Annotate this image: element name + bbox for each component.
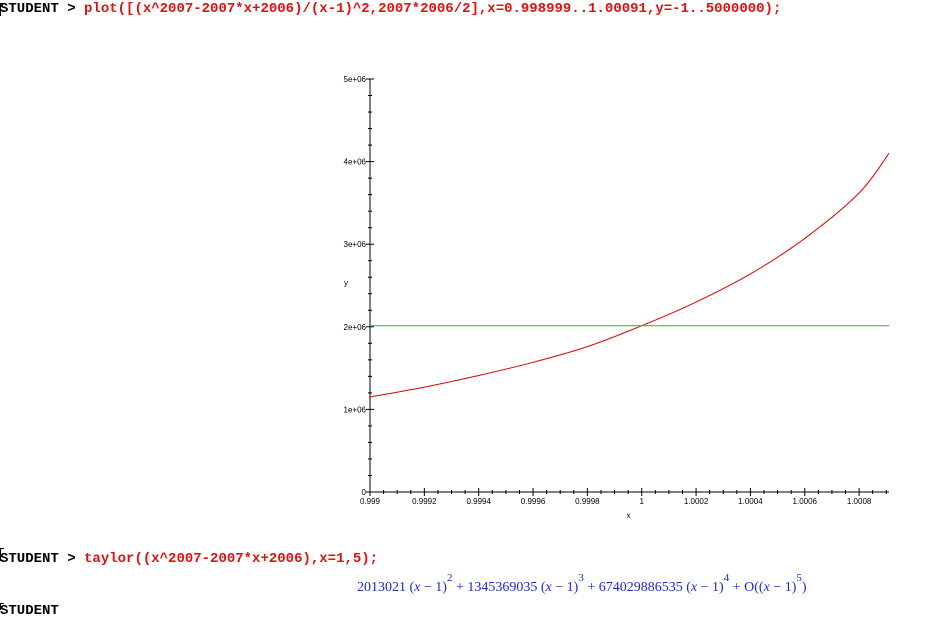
y-tick-label: 4e+06 (344, 158, 367, 167)
constant-one: 1 (435, 580, 443, 595)
x-tick-label: 1.0008 (847, 497, 872, 506)
y-axis-label: y (344, 279, 348, 288)
minus-sign: − (773, 580, 782, 595)
plus-sign: + (732, 580, 741, 595)
taylor-output: 2013021 (x − 1)2 + 1345369035 (x − 1)3 +… (357, 572, 807, 596)
x-tick-label: 0.999 (360, 497, 381, 506)
constant-one: 1 (784, 580, 792, 595)
variable: x (414, 580, 421, 595)
y-tick-label: 2e+06 (344, 323, 367, 332)
plot-curves (369, 153, 890, 398)
x-tick-label: 0.9992 (412, 497, 437, 506)
x-tick-label: 1.0002 (684, 497, 709, 506)
x-tick-label: 0.9998 (575, 497, 600, 506)
plus-sign: + (455, 580, 464, 595)
x-tick-label: 1 (640, 497, 645, 506)
term1-coefficient: 2013021 (357, 580, 406, 595)
x-tick-label: 1.0006 (793, 497, 818, 506)
minus-sign: − (423, 580, 432, 595)
minus-sign: − (700, 580, 709, 595)
y-tick-label: 0 (362, 488, 367, 497)
prompt-label: STUDENT (0, 551, 59, 567)
series-0-line (369, 153, 890, 398)
term3-coefficient: 674029886535 (598, 580, 683, 595)
y-tick-label: 3e+06 (344, 240, 367, 249)
next-prompt-partial[interactable]: STUDENT (0, 603, 59, 619)
plus-sign: + (587, 580, 596, 595)
big-o: O (744, 580, 755, 595)
input-line-2[interactable]: STUDENT > taylor((x^2007-2007*x+2006),x=… (0, 551, 378, 567)
prompt-label: STUDENT (0, 603, 59, 619)
constant-one: 1 (566, 580, 574, 595)
variable: x (763, 580, 770, 595)
order-exponent: 5 (796, 572, 802, 584)
x-tick-label: 0.9996 (521, 497, 546, 506)
y-tick-label: 5e+06 (344, 75, 367, 84)
plot-axes: 0 1e+06 2e+06 3e+06 4e+06 5e+06 0.999 0.9992 0.9… (344, 75, 889, 520)
term2-coefficient: 1345369035 (467, 580, 538, 595)
prompt-symbol: > (67, 551, 76, 567)
minus-sign: − (555, 580, 564, 595)
term2-exponent: 3 (578, 572, 584, 584)
x-tick-label: 1.0004 (738, 497, 763, 506)
x-axis-label: x (627, 511, 631, 520)
y-tick-label: 1e+06 (344, 405, 367, 414)
variable: x (690, 580, 698, 595)
taylor-command[interactable]: taylor((x^2007-2007*x+2006),x=1,5); (84, 551, 378, 567)
term3-exponent: 4 (723, 572, 730, 584)
constant-one: 1 (712, 580, 720, 595)
plot-2d[interactable]: 0 1e+06 2e+06 3e+06 4e+06 5e+06 0.999 0.9992 0.9… (0, 0, 939, 530)
term1-exponent: 2 (446, 572, 453, 584)
variable: x (545, 580, 552, 595)
x-tick-label: 0.9994 (466, 497, 491, 506)
